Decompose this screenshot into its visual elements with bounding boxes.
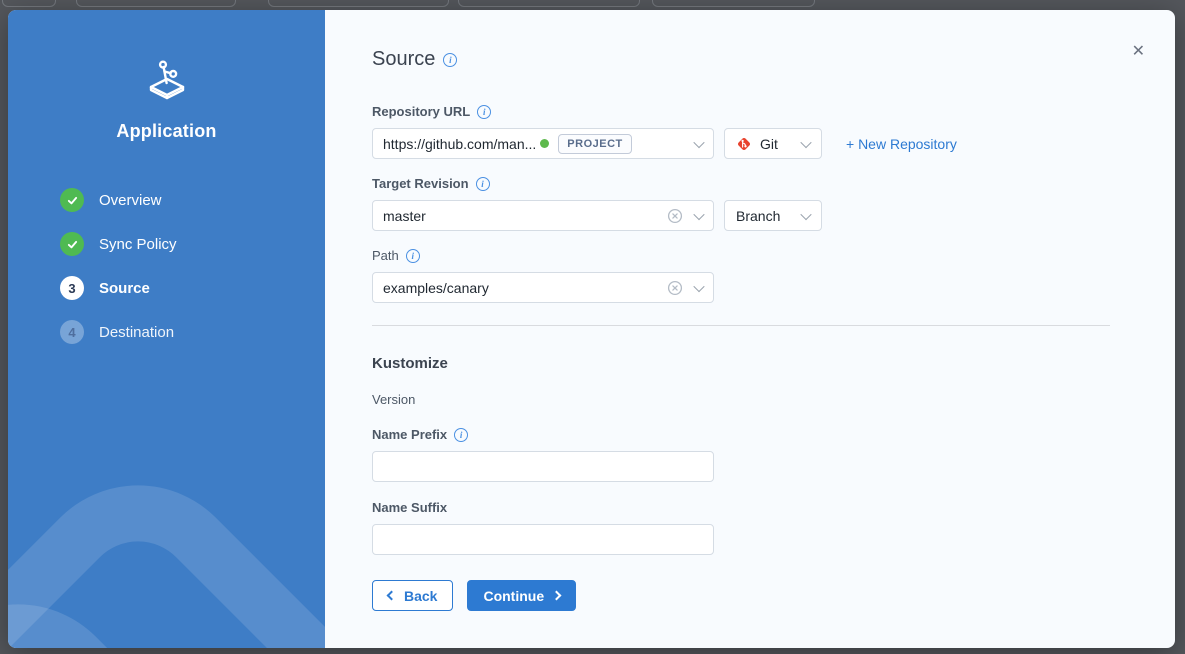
info-icon[interactable]: i: [477, 105, 491, 119]
step-label: Sync Policy: [99, 236, 177, 253]
continue-button[interactable]: Continue: [467, 580, 576, 611]
chevron-right-icon: [552, 591, 562, 601]
chevron-left-icon: [387, 591, 397, 601]
kustomize-heading: Kustomize: [372, 355, 1110, 372]
chevron-down-icon[interactable]: [693, 136, 704, 147]
name-prefix-input[interactable]: [383, 452, 703, 481]
info-icon[interactable]: i: [476, 177, 490, 191]
wizard-steps: Overview Sync Policy 3 Source 4 Destinat…: [8, 188, 325, 344]
step-source[interactable]: 3 Source: [60, 276, 325, 300]
info-icon[interactable]: i: [443, 53, 457, 67]
name-suffix-input[interactable]: [383, 525, 703, 554]
chevron-down-icon[interactable]: [693, 280, 704, 291]
name-prefix-input-wrap: [372, 451, 714, 482]
info-icon[interactable]: i: [406, 249, 420, 263]
background-tab: [2, 0, 56, 7]
target-revision-input[interactable]: master: [372, 200, 714, 231]
repository-url-input[interactable]: https://github.com/man... PROJECT: [372, 128, 714, 159]
step-destination[interactable]: 4 Destination: [60, 320, 325, 344]
step-label: Source: [99, 280, 150, 297]
page-title: Source: [372, 48, 435, 71]
clear-circle-icon[interactable]: [667, 280, 683, 296]
chevron-down-icon: [800, 208, 811, 219]
repository-url-label: Repository URL i: [372, 104, 1110, 119]
step-label: Destination: [99, 324, 174, 341]
name-prefix-label: Name Prefix i: [372, 427, 1110, 442]
version-label: Version: [372, 392, 1110, 407]
application-box-icon: [142, 89, 192, 106]
repository-type-value: Git: [760, 136, 794, 152]
background-tab: [652, 0, 815, 7]
new-repository-link[interactable]: + New Repository: [846, 136, 957, 152]
name-suffix-input-wrap: [372, 524, 714, 555]
target-revision-label: Target Revision i: [372, 176, 1110, 191]
target-revision-value: master: [383, 208, 426, 224]
path-value: examples/canary: [383, 280, 489, 296]
path-input[interactable]: examples/canary: [372, 272, 714, 303]
revision-type-select[interactable]: Branch: [724, 200, 822, 231]
background-tab: [458, 0, 640, 7]
chevron-down-icon[interactable]: [693, 208, 704, 219]
repo-connected-status-dot: [540, 139, 549, 148]
chevron-down-icon: [800, 136, 811, 147]
background-tab: [268, 0, 449, 7]
check-icon: [60, 232, 84, 256]
info-icon[interactable]: i: [454, 428, 468, 442]
check-icon: [60, 188, 84, 212]
step-overview[interactable]: Overview: [60, 188, 325, 212]
application-wizard-dialog: Application Overview Sync Policy 3 Sourc…: [8, 10, 1175, 648]
repository-url-value: https://github.com/man...: [383, 136, 536, 152]
project-badge: PROJECT: [558, 134, 631, 154]
wizard-title: Application: [8, 121, 325, 142]
revision-type-value: Branch: [736, 208, 794, 224]
clear-circle-icon[interactable]: [667, 208, 683, 224]
step-label: Overview: [99, 192, 162, 209]
name-suffix-label: Name Suffix: [372, 500, 1110, 515]
step-number-badge: 4: [60, 320, 84, 344]
step-sync-policy[interactable]: Sync Policy: [60, 232, 325, 256]
git-icon: [736, 136, 752, 152]
back-button[interactable]: Back: [372, 580, 453, 611]
repository-type-select[interactable]: Git: [724, 128, 822, 159]
close-icon[interactable]: ✕: [1132, 44, 1145, 60]
path-label: Path i: [372, 248, 1110, 263]
wizard-sidebar: Application Overview Sync Policy 3 Sourc…: [8, 10, 325, 648]
background-tab: [76, 0, 236, 7]
step-number-badge: 3: [60, 276, 84, 300]
section-divider: [372, 325, 1110, 326]
source-step-panel: ✕ Source i Repository URL i https://gith…: [325, 10, 1175, 648]
